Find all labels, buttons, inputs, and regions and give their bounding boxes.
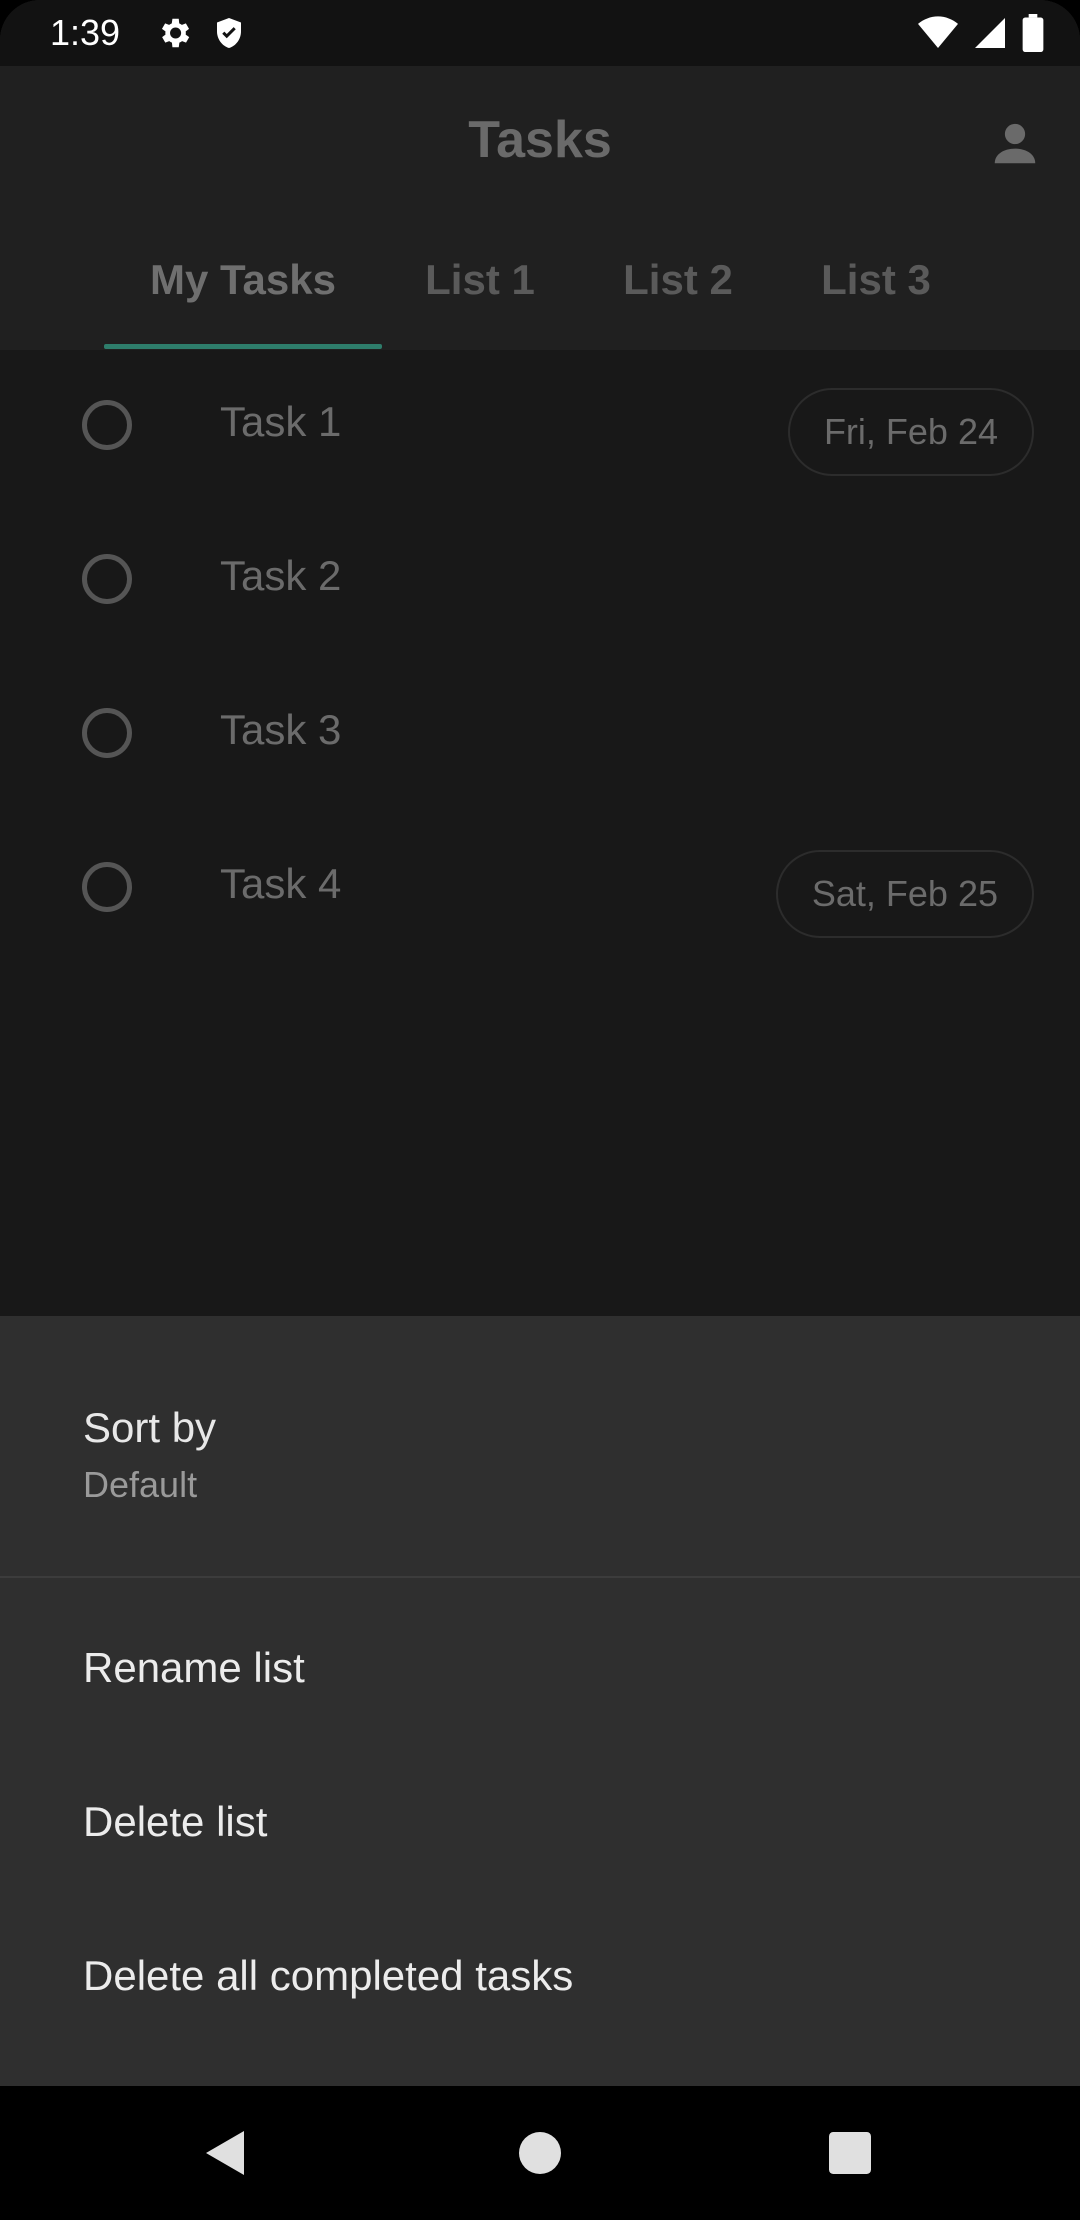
bottom-sheet: Sort by Default Rename list Delete list … xyxy=(0,1316,1080,2086)
tab-indicator xyxy=(104,344,382,349)
delete-list-label: Delete list xyxy=(83,1798,268,1845)
app-bar: Tasks My Tasks List 1 List 2 List 3 xyxy=(0,66,1080,350)
sort-by-value: Default xyxy=(83,1464,198,1505)
task-row[interactable]: Task 2 xyxy=(0,504,1080,658)
tab-bar: My Tasks List 1 List 2 List 3 xyxy=(0,226,1080,350)
status-time: 1:39 xyxy=(50,12,121,53)
task-row[interactable]: Task 1 Fri, Feb 24 xyxy=(0,350,1080,504)
recents-icon xyxy=(829,2132,871,2174)
back-icon xyxy=(206,2131,244,2175)
task-row[interactable]: Task 4 Sat, Feb 25 xyxy=(0,812,1080,966)
navigation-bar xyxy=(0,2086,1080,2220)
task-checkbox[interactable] xyxy=(82,554,132,604)
task-label: Task 1 xyxy=(220,398,342,445)
due-date-chip[interactable]: Fri, Feb 24 xyxy=(787,388,1034,476)
task-checkbox[interactable] xyxy=(82,708,132,758)
battery-icon xyxy=(1022,14,1044,52)
task-checkbox[interactable] xyxy=(82,400,132,450)
task-list: Task 1 Fri, Feb 24 Task 2 Task 3 Task 4 … xyxy=(0,350,1080,1316)
delete-completed-label: Delete all completed tasks xyxy=(83,1952,574,1999)
recents-button[interactable] xyxy=(790,2086,910,2220)
tab-list-3[interactable]: List 3 xyxy=(796,226,956,350)
rename-list-option[interactable]: Rename list xyxy=(0,1592,1080,1746)
task-checkbox[interactable] xyxy=(82,862,132,912)
status-right-icons xyxy=(918,14,1044,52)
signal-icon xyxy=(975,18,1005,48)
status-left-icons xyxy=(155,14,247,52)
back-button[interactable] xyxy=(166,2086,286,2220)
tab-my-tasks[interactable]: My Tasks xyxy=(104,226,382,350)
account-icon[interactable] xyxy=(988,116,1042,170)
page-title: Tasks xyxy=(468,111,612,169)
sort-by-title: Sort by xyxy=(83,1404,217,1451)
tab-list-1[interactable]: List 1 xyxy=(400,226,560,350)
home-button[interactable] xyxy=(480,2086,600,2220)
delete-list-option[interactable]: Delete list xyxy=(0,1746,1080,1900)
task-label: Task 3 xyxy=(220,706,342,753)
sheet-divider xyxy=(0,1576,1080,1578)
sort-by-option[interactable]: Sort by Default xyxy=(0,1316,1080,1576)
task-label: Task 2 xyxy=(220,552,342,599)
due-date-chip[interactable]: Sat, Feb 25 xyxy=(775,850,1034,938)
shield-icon xyxy=(217,18,241,48)
task-label: Task 4 xyxy=(220,860,342,907)
tab-list-2[interactable]: List 2 xyxy=(598,226,758,350)
task-row[interactable]: Task 3 xyxy=(0,658,1080,812)
wifi-icon xyxy=(918,16,958,48)
rename-list-label: Rename list xyxy=(83,1644,305,1691)
gear-icon xyxy=(161,18,190,48)
delete-completed-option[interactable]: Delete all completed tasks xyxy=(0,1900,1080,2054)
screen: 1:39 Tasks My Tasks List 1 List 2 List 3… xyxy=(0,0,1080,2220)
home-icon xyxy=(519,2132,561,2174)
status-bar: 1:39 xyxy=(0,0,1080,66)
